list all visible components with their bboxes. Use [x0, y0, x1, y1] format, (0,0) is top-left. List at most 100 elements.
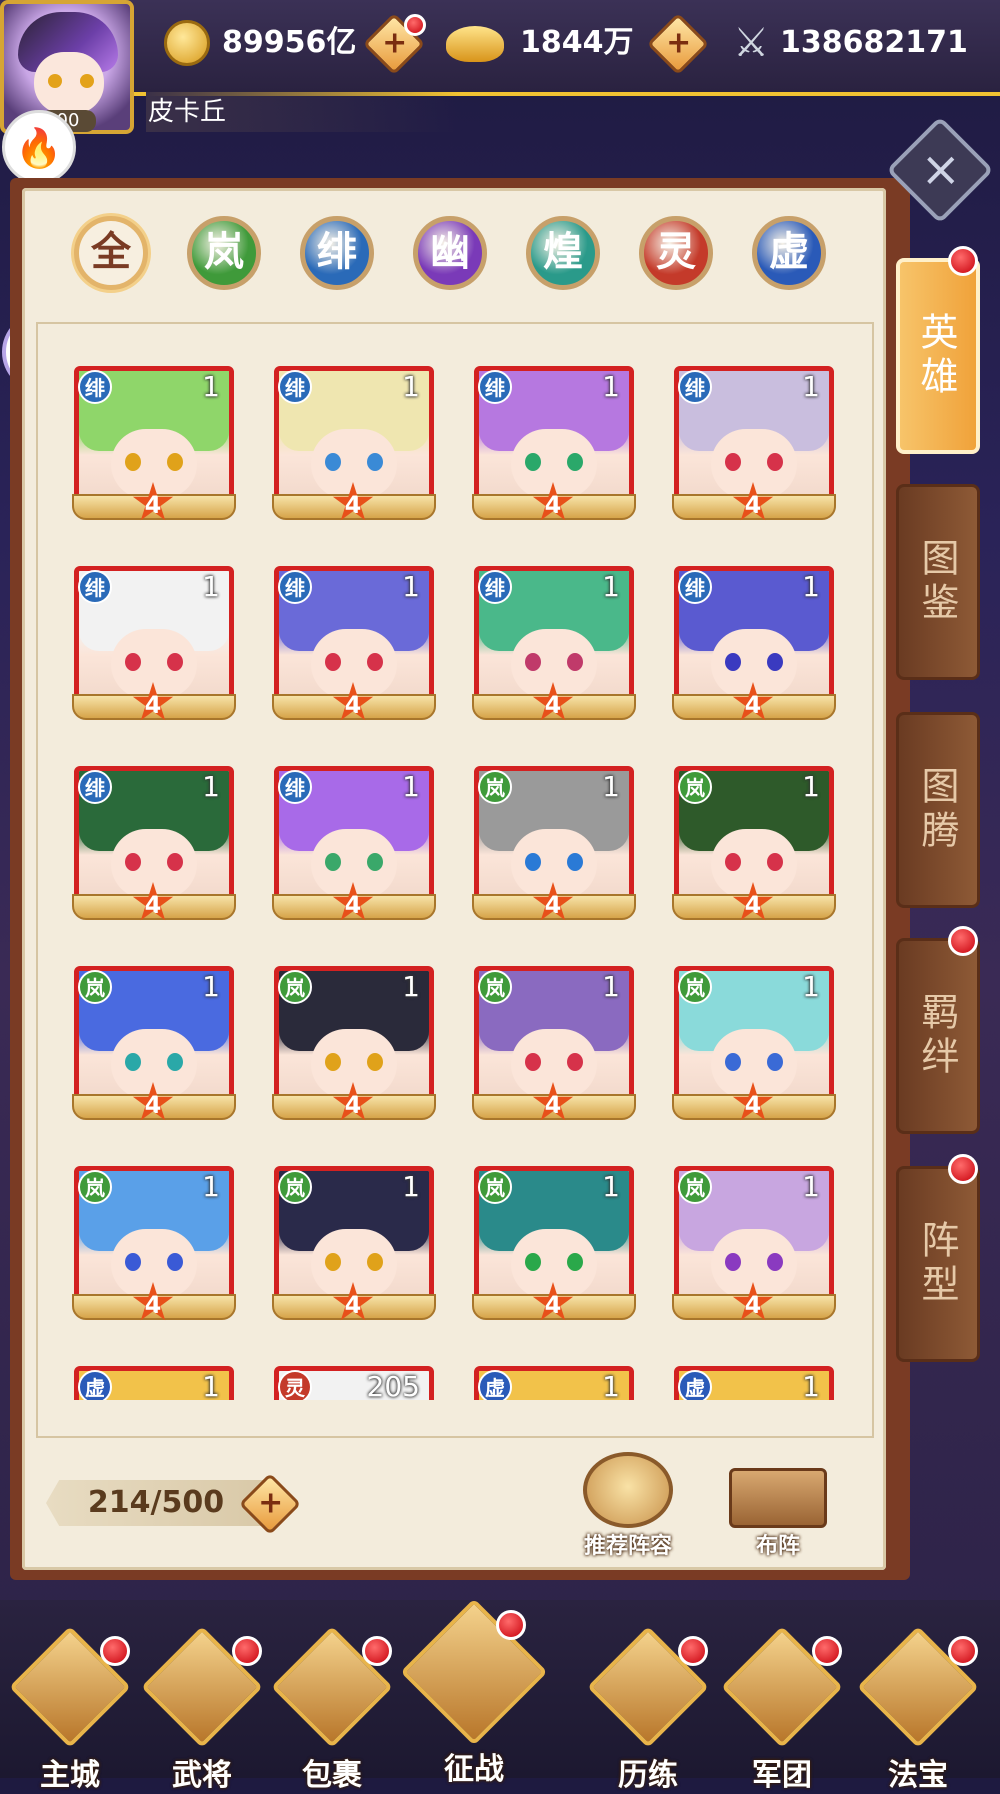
side-tab-red-dot: [948, 246, 978, 276]
hero-eye: [567, 853, 583, 871]
hero-level: 1: [802, 770, 820, 803]
hero-card[interactable]: 绯14: [472, 366, 636, 538]
avatar-eye: [80, 74, 94, 88]
hero-card[interactable]: 绯14: [272, 566, 436, 738]
nav-label: 包裹: [302, 1758, 362, 1793]
hero-grid[interactable]: 绯14绯14绯14绯14绯14绯14绯14绯14绯14绯14岚14岚14岚14岚…: [58, 360, 858, 1400]
hero-card[interactable]: 岚14: [472, 966, 636, 1138]
hero-eye: [725, 453, 741, 471]
hero-eye: [725, 853, 741, 871]
side-tab-4[interactable]: 阵型: [896, 1166, 980, 1362]
faction-filter-4[interactable]: 煌: [526, 216, 600, 290]
hero-faction-badge: 绯: [278, 570, 312, 604]
hero-level: 1: [802, 370, 820, 403]
hero-eye: [767, 1253, 783, 1271]
hero-card[interactable]: 灵 205: [274, 1366, 434, 1400]
hero-faction-badge: 虚: [478, 1370, 512, 1400]
formation-button[interactable]: 布阵: [728, 1462, 828, 1559]
hero-faction-badge: 岚: [78, 1170, 112, 1204]
faction-filter-0[interactable]: 全: [74, 216, 148, 290]
hero-level: 1: [402, 570, 420, 603]
nav-label: 征战: [444, 1752, 504, 1787]
hero-card[interactable]: 岚14: [472, 766, 636, 938]
hero-level: 1: [602, 370, 620, 403]
chessboard-icon: [583, 1452, 673, 1528]
faction-filter-6[interactable]: 虚: [752, 216, 826, 290]
hero-card[interactable]: 绯14: [72, 566, 236, 738]
hero-card[interactable]: 虚1: [74, 1366, 234, 1400]
hero-eye: [325, 1053, 341, 1071]
hero-card[interactable]: 岚14: [672, 1166, 836, 1338]
hero-level: 1: [202, 370, 220, 403]
hero-level: 1: [602, 1170, 620, 1203]
hero-card[interactable]: 虚1: [674, 1366, 834, 1400]
faction-filter-5[interactable]: 灵: [639, 216, 713, 290]
crossed-swords-icon: ⚔: [733, 20, 769, 66]
nav-red-dot: [812, 1636, 842, 1666]
side-tab-red-dot: [948, 926, 978, 956]
hero-level: 1: [802, 1170, 820, 1203]
combat-power-value: 138682171: [780, 25, 968, 60]
hero-eye: [325, 653, 341, 671]
hero-card[interactable]: 岚14: [272, 966, 436, 1138]
nav-red-dot: [232, 1636, 262, 1666]
hero-faction-badge: 岚: [678, 970, 712, 1004]
hero-eye: [125, 853, 141, 871]
hero-card[interactable]: 绯14: [672, 566, 836, 738]
hero-eye: [567, 653, 583, 671]
nav-label: 历练: [618, 1758, 678, 1793]
coins-red-dot: [404, 14, 426, 36]
faction-filter-3[interactable]: 幽: [413, 216, 487, 290]
faction-filter-1[interactable]: 岚: [187, 216, 261, 290]
hero-card[interactable]: 虚1: [474, 1366, 634, 1400]
hero-faction-badge: 绯: [78, 770, 112, 804]
hero-eye: [367, 1253, 383, 1271]
hero-card[interactable]: 岚14: [472, 1166, 636, 1338]
hero-faction-badge: 虚: [678, 1370, 712, 1400]
hero-eye: [325, 853, 341, 871]
hero-card[interactable]: 岚14: [72, 1166, 236, 1338]
side-tab-2[interactable]: 图腾: [896, 712, 980, 908]
fire-gamepad-icon[interactable]: 🔥: [2, 110, 76, 184]
nav-label: 武将: [172, 1758, 232, 1793]
faction-filter-2[interactable]: 绯: [300, 216, 374, 290]
close-icon: ×: [920, 141, 961, 198]
side-tab-0[interactable]: 英雄: [896, 258, 980, 454]
hero-eye: [525, 653, 541, 671]
hero-card[interactable]: 绯14: [272, 366, 436, 538]
hero-eye: [767, 453, 783, 471]
side-tab-3[interactable]: 羁绊: [896, 938, 980, 1134]
hero-faction-badge: 岚: [78, 970, 112, 1004]
nav-red-dot: [496, 1610, 526, 1640]
side-tab-1[interactable]: 图鉴: [896, 484, 980, 680]
hero-card[interactable]: 岚14: [272, 1166, 436, 1338]
gold-coin-icon: [164, 20, 210, 66]
recommend-lineup-button[interactable]: 推荐阵容: [578, 1452, 678, 1559]
hero-level: 1: [202, 970, 220, 1003]
hero-card[interactable]: 绯14: [272, 766, 436, 938]
hero-eye: [525, 1253, 541, 1271]
hero-eye: [125, 453, 141, 471]
hero-card[interactable]: 绯14: [472, 566, 636, 738]
hero-eye: [767, 1053, 783, 1071]
hero-eye: [367, 1053, 383, 1071]
hero-faction-badge: 绯: [478, 570, 512, 604]
hero-eye: [725, 653, 741, 671]
hero-card[interactable]: 岚14: [672, 766, 836, 938]
hero-eye: [167, 453, 183, 471]
hero-card[interactable]: 岚14: [672, 966, 836, 1138]
hero-faction-badge: 绯: [678, 370, 712, 404]
hero-faction-badge: 岚: [478, 770, 512, 804]
hero-eye: [325, 1253, 341, 1271]
hero-card[interactable]: 绯14: [672, 366, 836, 538]
hero-faction-badge: 岚: [278, 1170, 312, 1204]
hero-count: 214/500: [46, 1480, 266, 1526]
hero-card[interactable]: 绯14: [72, 366, 236, 538]
hero-card[interactable]: 岚14: [72, 966, 236, 1138]
nav-red-dot: [678, 1636, 708, 1666]
formation-label: 布阵: [755, 1534, 800, 1559]
hero-level: 1: [402, 970, 420, 1003]
coins-value: 89956亿: [222, 25, 357, 60]
hero-card[interactable]: 绯14: [72, 766, 236, 938]
hero-level: 1: [202, 1370, 220, 1400]
